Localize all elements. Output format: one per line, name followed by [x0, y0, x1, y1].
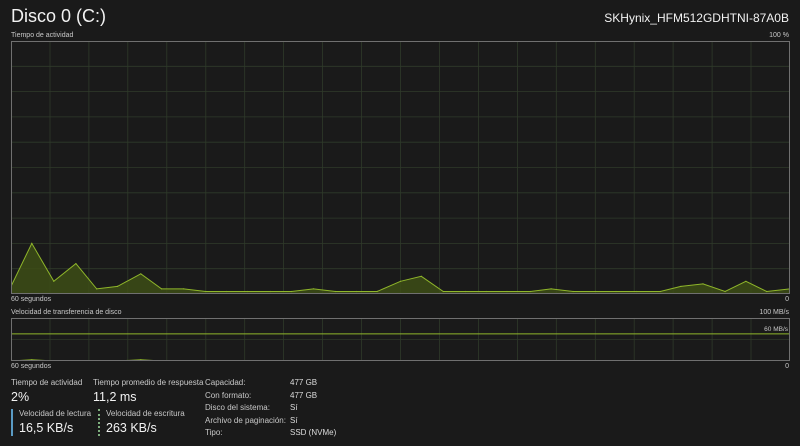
data-point	[594, 290, 596, 293]
data-point	[270, 290, 272, 293]
read-speed-value: 16,5 KB/s	[19, 421, 74, 435]
property-value: Sí	[290, 415, 298, 425]
data-point	[680, 285, 682, 287]
data-point	[506, 290, 508, 293]
data-point	[442, 290, 444, 293]
write-speed-value: 263 KB/s	[106, 421, 157, 435]
data-point	[96, 288, 98, 290]
read-speed-label: Velocidad de lectura	[19, 409, 92, 418]
property-key: Archivo de paginación:	[205, 415, 286, 425]
data-point	[53, 280, 55, 282]
transfer-chart-x-left: 60 segundos	[11, 363, 52, 370]
data-point	[702, 283, 704, 285]
property-key: Capacidad:	[205, 378, 246, 387]
data-point	[464, 290, 466, 293]
data-point	[161, 288, 163, 290]
data-point	[724, 290, 726, 293]
data-point	[31, 242, 33, 244]
disk-model: SKHynix_HFM512GDHTNI-87A0B	[604, 11, 789, 25]
data-point	[636, 290, 638, 293]
property-value: 477 GB	[290, 390, 318, 400]
activity-chart	[11, 41, 790, 294]
data-point	[335, 290, 337, 293]
response-time-value: 11,2 ms	[93, 390, 137, 404]
data-point	[420, 275, 422, 277]
data-point	[290, 290, 292, 293]
data-point	[766, 290, 768, 293]
data-point	[183, 288, 185, 290]
transfer-chart-label: Velocidad de transferencia de disco	[11, 309, 122, 316]
transfer-chart-secondary-label: 60 MB/s	[764, 326, 788, 333]
data-point	[75, 263, 77, 265]
read-speed-block: Velocidad de lectura 16,5 KB/s	[11, 409, 91, 436]
activity-chart-label: Tiempo de actividad	[11, 32, 74, 39]
property-value: SSD (NVMe)	[290, 428, 337, 437]
data-point	[572, 290, 574, 293]
property-value: Sí	[290, 403, 298, 412]
data-point	[399, 280, 402, 282]
response-time-label: Tiempo promedio de respuesta	[93, 378, 204, 387]
property-value: 477 GB	[290, 378, 318, 387]
activity-stat-value: 2%	[11, 390, 30, 404]
activity-chart-max-label: 100 %	[769, 32, 789, 39]
data-point	[615, 290, 617, 293]
data-point	[376, 290, 378, 293]
data-point	[246, 290, 248, 293]
write-speed-label: Velocidad de escritura	[106, 409, 185, 418]
transfer-chart-x-right: 0	[785, 363, 789, 370]
transfer-chart-max-label: 100 MB/s	[759, 309, 789, 316]
data-point	[550, 288, 552, 290]
disk-title: Disco 0 (C:)	[11, 6, 107, 26]
transfer-chart	[11, 318, 790, 361]
property-key: Tipo:	[205, 428, 223, 437]
data-point	[312, 288, 315, 290]
property-key: Con formato:	[205, 390, 252, 400]
data-point	[529, 290, 531, 293]
data-point	[116, 285, 119, 287]
activity-chart-x-left: 60 segundos	[11, 296, 52, 303]
data-point	[745, 280, 747, 282]
property-key: Disco del sistema:	[205, 403, 270, 412]
data-point	[225, 290, 228, 293]
data-point	[659, 290, 661, 293]
data-point	[205, 290, 207, 293]
data-point	[485, 290, 487, 293]
write-speed-block: Velocidad de escritura 263 KB/s	[98, 409, 185, 436]
activity-chart-x-right: 0	[785, 296, 789, 303]
data-point	[355, 290, 357, 293]
activity-stat-label: Tiempo de actividad	[11, 378, 83, 387]
data-point	[140, 273, 142, 275]
